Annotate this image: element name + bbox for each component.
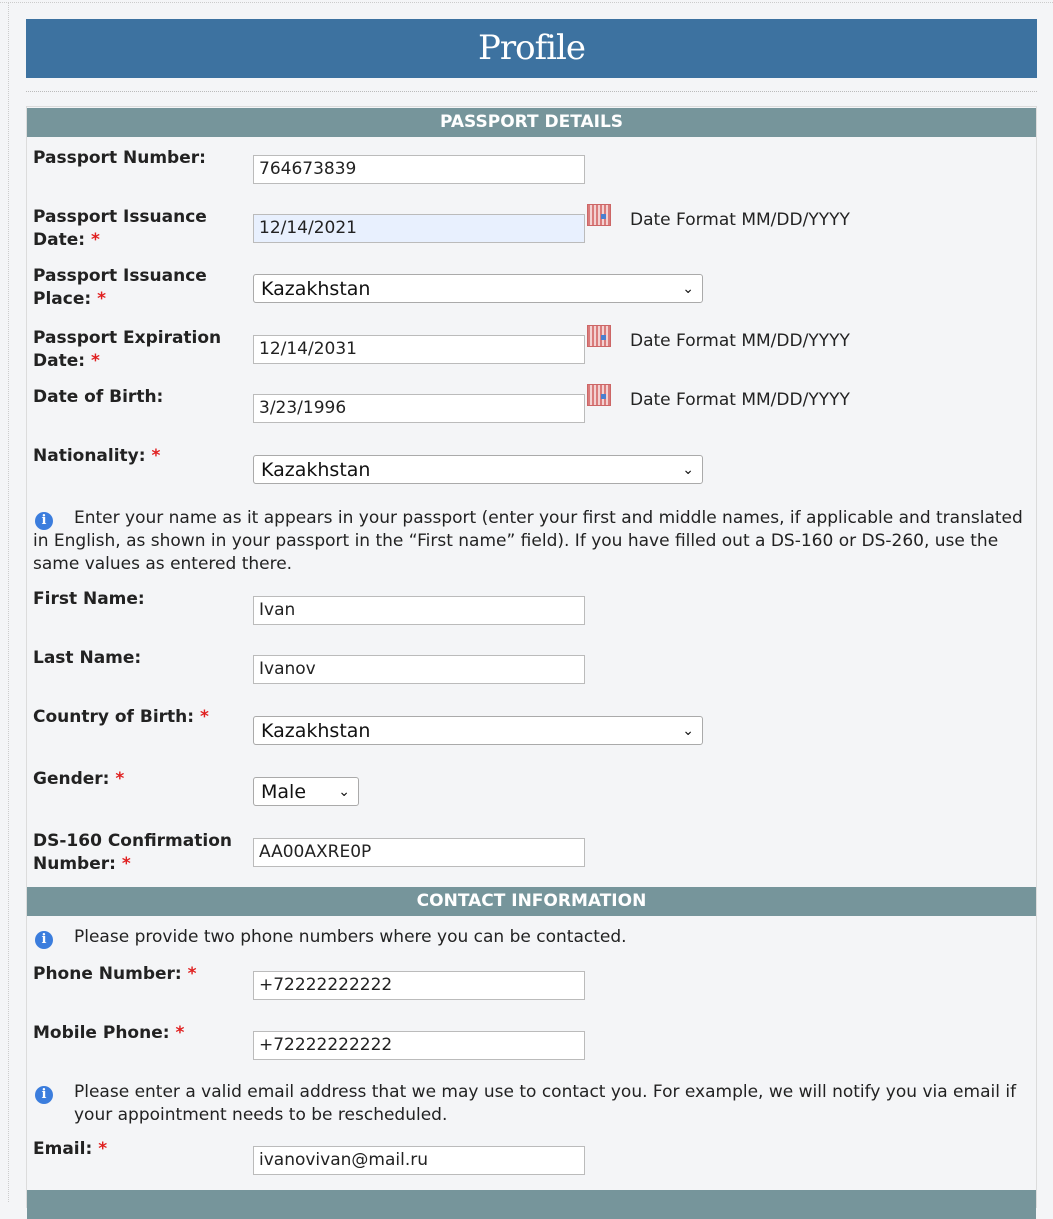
required-marker: *	[121, 854, 131, 874]
chevron-down-icon: ⌄	[338, 784, 350, 800]
section-header-next	[27, 1190, 1036, 1219]
passport-number-input[interactable]: 764673839	[253, 155, 585, 184]
divider	[0, 2, 1053, 3]
phone-label: Phone Number: *	[33, 964, 197, 984]
ds160-label: DS-160 Confirmation Number: *	[33, 831, 232, 874]
mobile-label: Mobile Phone: *	[33, 1023, 185, 1043]
country-of-birth-label: Country of Birth: *	[33, 707, 209, 727]
expiration-date-label: Passport Expiration Date: *	[33, 328, 222, 371]
page-title: Profile	[26, 19, 1037, 78]
expiration-date-input[interactable]: 12/14/2031	[253, 335, 585, 364]
required-marker: *	[98, 1139, 108, 1159]
date-format-hint: Date Format MM/DD/YYYY	[630, 210, 850, 230]
required-marker: *	[90, 230, 100, 250]
divider	[8, 2, 9, 1202]
phone-info-text: Please provide two phone numbers where y…	[74, 927, 627, 947]
issuance-date-input[interactable]: 12/14/2021	[253, 214, 585, 243]
chevron-down-icon: ⌄	[682, 281, 694, 297]
nationality-label: Nationality: *	[33, 446, 161, 466]
section-header-contact: CONTACT INFORMATION	[27, 887, 1036, 916]
date-format-hint: Date Format MM/DD/YYYY	[630, 390, 850, 410]
date-format-hint: Date Format MM/DD/YYYY	[630, 331, 850, 351]
section-header-passport: PASSPORT DETAILS	[27, 108, 1036, 137]
nationality-select[interactable]: Kazakhstan ⌄	[253, 455, 703, 484]
last-name-input[interactable]: Ivanov	[253, 655, 585, 684]
ds160-input[interactable]: AA00AXRE0P	[253, 838, 585, 867]
calendar-icon[interactable]	[587, 325, 611, 347]
passport-number-label: Passport Number:	[33, 148, 206, 168]
required-marker: *	[90, 351, 100, 371]
chevron-down-icon: ⌄	[682, 462, 694, 478]
email-label: Email: *	[33, 1139, 108, 1159]
issuance-place-label: Passport Issuance Place: *	[33, 266, 207, 309]
required-marker: *	[97, 289, 106, 309]
phone-input[interactable]: +72222222222	[253, 971, 585, 1000]
last-name-label: Last Name:	[33, 648, 142, 668]
required-marker: *	[187, 964, 197, 984]
issuance-date-label: Passport Issuance Date: *	[33, 207, 207, 250]
calendar-icon[interactable]	[587, 384, 611, 406]
dob-label: Date of Birth:	[33, 387, 164, 407]
first-name-input[interactable]: Ivan	[253, 596, 585, 625]
info-icon: i	[35, 1086, 53, 1104]
chevron-down-icon: ⌄	[682, 723, 694, 739]
gender-select[interactable]: Male ⌄	[253, 777, 359, 806]
dob-input[interactable]: 3/23/1996	[253, 394, 585, 423]
required-marker: *	[151, 446, 161, 466]
country-of-birth-select[interactable]: Kazakhstan ⌄	[253, 716, 703, 745]
calendar-icon[interactable]	[587, 204, 611, 226]
issuance-place-select[interactable]: Kazakhstan ⌄	[253, 274, 703, 303]
required-marker: *	[175, 1023, 185, 1043]
required-marker: *	[115, 769, 125, 789]
gender-label: Gender: *	[33, 769, 125, 789]
email-input[interactable]: ivanovivan@mail.ru	[253, 1146, 585, 1175]
email-info-text: Please enter a valid email address that …	[74, 1082, 1017, 1125]
info-icon: i	[35, 931, 53, 949]
required-marker: *	[199, 707, 209, 727]
name-info-text: Enter your name as it appears in your pa…	[33, 508, 1023, 574]
first-name-label: First Name:	[33, 589, 145, 609]
mobile-input[interactable]: +72222222222	[253, 1031, 585, 1060]
divider	[26, 91, 1037, 92]
